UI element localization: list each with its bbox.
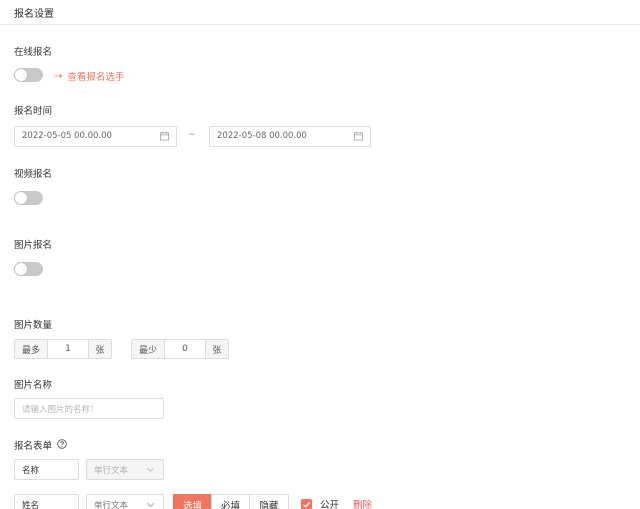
hidden-button[interactable]: 隐藏 [249, 494, 289, 509]
end-date-value: 2022-05-08 00.00.00 [217, 131, 307, 141]
signup-form-label: 报名表单 [14, 441, 53, 452]
toggle-knob [15, 192, 27, 204]
max-image-count-value[interactable]: 1 [48, 340, 88, 358]
image-count-label: 图片数量 [14, 320, 53, 331]
settings-header: 报名设置 [0, 0, 640, 25]
public-label: 公开 [320, 500, 340, 509]
image-name-label: 图片名称 [14, 380, 53, 391]
select-value: 单行文本 [94, 465, 129, 476]
image-signup-label: 图片报名 [14, 240, 53, 251]
stepper-suffix: 张 [205, 340, 228, 358]
start-date-input[interactable]: 2022-05-05 00.00.00 [14, 126, 177, 147]
help-icon[interactable] [57, 439, 67, 449]
calendar-icon [354, 131, 363, 141]
calendar-icon [160, 131, 169, 141]
page-title: 报名设置 [14, 9, 54, 20]
view-signups-link-text: 查看报名选手 [67, 72, 125, 83]
form-field-type-header-select: 单行文本 [86, 459, 164, 480]
online-signup-label: 在线报名 [14, 47, 53, 58]
image-name-input[interactable]: 请输入图片的名称！ [14, 398, 164, 419]
field-requirement-group: 选填 必填 隐藏 [173, 494, 289, 509]
date-range-separator: ~ [188, 130, 196, 140]
stepper-suffix: 张 [88, 340, 111, 358]
delete-field-link[interactable]: 删除 [353, 497, 372, 509]
online-signup-toggle[interactable] [14, 68, 43, 82]
start-date-value: 2022-05-05 00.00.00 [22, 131, 112, 141]
chevron-down-icon [147, 467, 154, 472]
min-image-count-input[interactable]: 最少 0 张 [131, 339, 229, 359]
form-field-type-select[interactable]: 单行文本 [86, 494, 164, 509]
public-checkbox[interactable] [301, 499, 312, 509]
toggle-knob [15, 263, 27, 275]
required-button[interactable]: 必填 [211, 494, 250, 509]
end-date-input[interactable]: 2022-05-08 00.00.00 [209, 126, 371, 147]
image-signup-toggle[interactable] [14, 262, 43, 276]
signup-time-label: 报名时间 [14, 106, 53, 117]
video-signup-label: 视频报名 [14, 169, 53, 180]
check-icon [303, 501, 311, 508]
chevron-down-icon [147, 502, 154, 507]
stepper-prefix: 最多 [15, 340, 48, 358]
view-signups-link[interactable]: → 查看报名选手 [54, 69, 125, 84]
video-signup-toggle[interactable] [14, 191, 43, 205]
form-field-name-header[interactable]: 名称 [14, 459, 79, 480]
toggle-knob [15, 69, 27, 81]
select-value: 单行文本 [94, 500, 129, 509]
form-field-name-input[interactable]: 姓名 [14, 494, 79, 509]
arrow-right-icon: → [54, 70, 63, 82]
max-image-count-input[interactable]: 最多 1 张 [14, 339, 112, 359]
stepper-prefix: 最少 [132, 340, 165, 358]
min-image-count-value[interactable]: 0 [165, 340, 205, 358]
optional-button[interactable]: 选填 [173, 494, 212, 509]
